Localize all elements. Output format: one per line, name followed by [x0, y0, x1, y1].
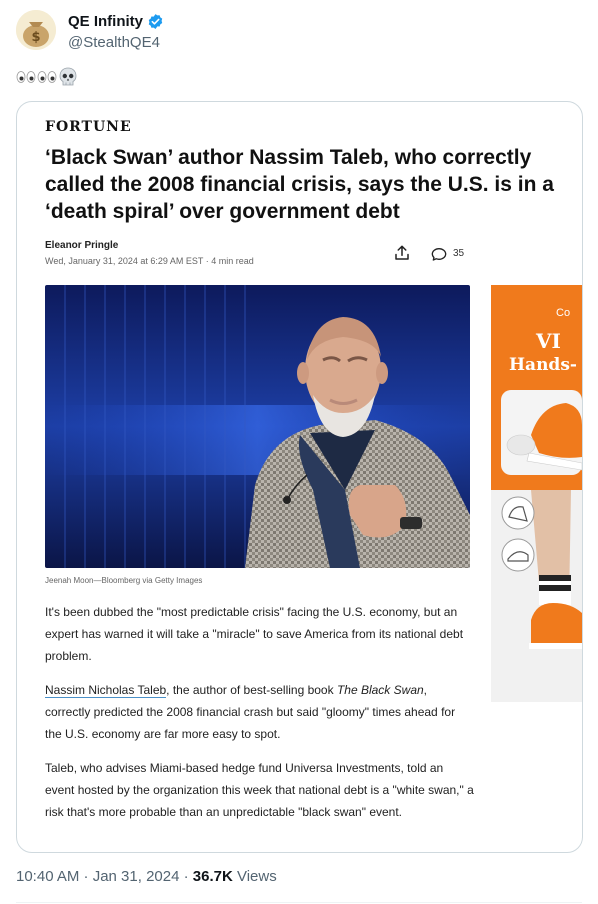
book-title: The Black Swan: [336, 683, 424, 697]
verified-badge-icon: [148, 14, 163, 29]
display-name[interactable]: QE Infinity: [68, 13, 143, 30]
article-headline: ‘Black Swan’ author Nassim Taleb, who co…: [45, 146, 554, 223]
embedded-article-image[interactable]: FORTUNE ‘Black Swan’ author Nassim Taleb…: [16, 101, 583, 853]
photo-caption: Jeenah Moon—Bloomberg via Getty Images: [45, 576, 203, 585]
author-handle[interactable]: @StealthQE4: [68, 34, 160, 51]
article-photo: [45, 285, 470, 568]
article-paragraph-2: Nassim Nicholas Taleb, the author of bes…: [45, 679, 475, 745]
svg-text:$: $: [31, 30, 40, 45]
outlet-logo: FORTUNE: [45, 119, 132, 135]
share-icon: [395, 245, 409, 260]
skull-emoji-icon: [59, 67, 77, 86]
views-count: 36.7K: [192, 868, 233, 885]
article-dateline: Wed, January 31, 2024 at 6:29 AM EST · 4…: [45, 256, 254, 266]
tweet-meta: 10:40 AM · Jan 31, 2024 · 36.7K Views: [16, 868, 277, 885]
eyes-emoji-icon: [37, 71, 57, 83]
paragraph-2-text-a: , the author of best-selling book: [166, 683, 337, 697]
avatar[interactable]: $: [16, 10, 56, 50]
divider: [16, 902, 582, 903]
tweet-timestamp[interactable]: 10:40 AM · Jan 31, 2024 ·: [16, 868, 193, 885]
tweet-text: [16, 67, 78, 87]
article-paragraph-1: It's been dubbed the "most predictable c…: [45, 605, 464, 663]
views-label: Views: [232, 868, 277, 885]
eyes-emoji-icon: [16, 71, 36, 83]
taleb-link: Nassim Nicholas Taleb: [45, 683, 167, 698]
article-byline: Eleanor Pringle: [45, 240, 119, 251]
shoe-ad-image: [491, 390, 582, 702]
money-bag-icon: $: [16, 10, 56, 50]
comment-icon: [431, 248, 447, 261]
sidebar-ad: Co VI Hands-: [491, 285, 582, 702]
speaker-photo-image: [45, 285, 470, 568]
author-name-row: QE Infinity: [68, 13, 164, 30]
article-paragraph-3: Taleb, who advises Miami-based hedge fun…: [45, 761, 474, 819]
comment-count: 35: [453, 248, 465, 259]
